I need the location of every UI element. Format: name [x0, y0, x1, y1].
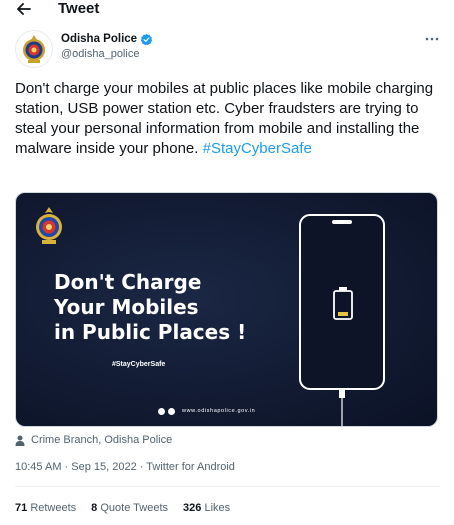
- arrow-left-icon: [17, 3, 31, 15]
- retweets-label: Retweets: [30, 502, 77, 514]
- tweet-media-image[interactable]: Don't Charge Your Mobiles in Public Plac…: [15, 192, 438, 427]
- police-emblem-icon: [36, 207, 62, 244]
- headline-line: Don't Charge: [54, 270, 202, 294]
- back-button[interactable]: [12, 0, 36, 20]
- author-name[interactable]: Odisha Police: [61, 32, 153, 46]
- media-hashtag: #StayCyberSafe: [112, 361, 166, 368]
- more-dots-icon: [425, 37, 439, 41]
- social-icons: [158, 408, 175, 415]
- quote-tweets-count: 8: [91, 502, 98, 514]
- tweet-timestamp[interactable]: 10:45 AM · Sep 15, 2022 · Twitter for An…: [15, 461, 235, 474]
- phone-charging-illustration: [299, 214, 385, 426]
- divider: [15, 486, 440, 487]
- tweet-location[interactable]: Crime Branch, Odisha Police: [15, 434, 172, 447]
- verified-badge-icon: [140, 33, 153, 45]
- headline-line: in Public Places !: [54, 320, 247, 344]
- likes-stat[interactable]: 326 Likes: [183, 502, 230, 515]
- hashtag-link[interactable]: #StayCyberSafe: [203, 140, 312, 157]
- tweet-text: Don't charge your mobiles at public plac…: [15, 79, 445, 159]
- police-emblem-icon: [23, 35, 45, 63]
- person-icon: [15, 435, 25, 446]
- retweets-stat[interactable]: 71 Retweets: [15, 502, 76, 515]
- media-website: www.odishapolice.gov.in: [182, 408, 256, 414]
- quote-tweets-label: Quote Tweets: [100, 502, 169, 514]
- tweet-stats: 71 Retweets 8 Quote Tweets 326 Likes: [15, 502, 230, 515]
- top-bar: Tweet: [0, 0, 454, 22]
- twitter-icon: [158, 408, 165, 415]
- quote-tweets-stat[interactable]: 8 Quote Tweets: [91, 502, 168, 515]
- location-text[interactable]: Crime Branch, Odisha Police: [31, 434, 172, 447]
- retweets-count: 71: [15, 502, 28, 514]
- more-options-button[interactable]: [422, 32, 442, 46]
- likes-count: 326: [183, 502, 202, 514]
- avatar[interactable]: [15, 30, 53, 68]
- author-handle[interactable]: @odisha_police: [61, 48, 139, 61]
- page-title: Tweet: [58, 0, 100, 17]
- author-name-text[interactable]: Odisha Police: [61, 32, 137, 46]
- likes-label: Likes: [204, 502, 231, 514]
- headline-line: Your Mobiles: [54, 295, 199, 319]
- media-headline: Don't Charge Your Mobiles in Public Plac…: [54, 270, 294, 345]
- facebook-icon: [168, 408, 175, 415]
